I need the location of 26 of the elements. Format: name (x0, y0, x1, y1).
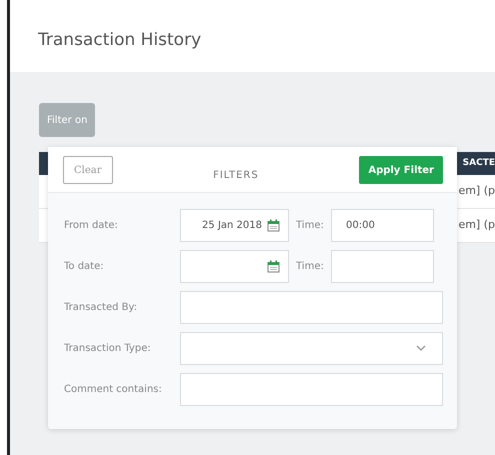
time-field[interactable]: 00:00 (331, 209, 434, 242)
filter-toggle-button[interactable]: Filter on (39, 103, 96, 137)
table-cell-text: em] (p (458, 217, 495, 234)
apply-filter-button[interactable]: Apply Filter (359, 156, 443, 184)
field-label: Comment contains: (64, 383, 163, 397)
field-label: Transacted By: (64, 301, 138, 315)
chevron-down-icon (416, 345, 426, 352)
date-field[interactable]: 25 Jan 2018 (180, 209, 289, 242)
time-label: Time: (295, 219, 325, 233)
column-header: SACTE (462, 156, 495, 170)
calendar-icon[interactable] (267, 260, 280, 273)
clear-button[interactable]: Clear (63, 156, 113, 184)
time-field[interactable] (331, 250, 434, 283)
filters-title: FILTERS (213, 168, 259, 182)
text-field[interactable] (180, 373, 443, 406)
calendar-icon[interactable] (267, 219, 280, 232)
field-label: To date: (64, 260, 105, 274)
time-label: Time: (295, 260, 325, 274)
field-label: From date: (64, 219, 119, 233)
page-title: Transaction History (38, 30, 202, 50)
date-value: 25 Jan 2018 (202, 219, 262, 233)
text-field[interactable] (180, 291, 443, 324)
table-cell-text: em] (p (458, 183, 495, 200)
select-field[interactable] (180, 332, 443, 365)
date-field[interactable] (180, 250, 289, 283)
field-label: Transaction Type: (64, 342, 152, 356)
